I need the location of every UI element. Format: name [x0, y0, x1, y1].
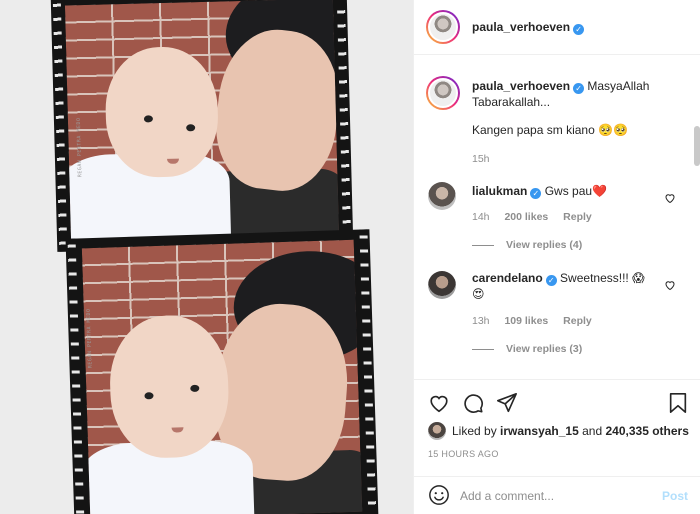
caption-line-2: Kangen papa sm kiano 🥺🥺	[472, 123, 628, 137]
share-icon[interactable]	[496, 392, 518, 414]
comment-2: carendelano ✓ Sweetness!!! 😱 😍	[472, 270, 672, 302]
verified-icon: ✓	[530, 188, 542, 199]
liked-by: Liked by irwansyah_15 and 240,335 others	[452, 424, 689, 438]
caption-username[interactable]: paula_verhoeven	[472, 79, 570, 93]
comment-input[interactable]	[460, 485, 640, 507]
view-replies-button[interactable]: View replies (4)	[472, 239, 582, 251]
post-timestamp[interactable]: 15 HOURS AGO	[428, 449, 499, 459]
add-comment-row: Post	[414, 476, 700, 514]
photo-frame-2	[81, 239, 363, 514]
comment-username[interactable]: carendelano	[472, 271, 543, 285]
verified-icon: ✓	[545, 275, 557, 286]
liker-username[interactable]: irwansyah_15	[500, 424, 579, 438]
verified-icon: ✓	[573, 83, 585, 94]
author-avatar[interactable]	[426, 10, 460, 44]
film-sprocket	[359, 229, 377, 514]
comment-meta: 14h 200 likes Reply	[472, 211, 604, 223]
bookmark-icon[interactable]	[668, 392, 688, 414]
reply-button[interactable]: Reply	[563, 211, 592, 223]
commenter-avatar[interactable]	[428, 271, 456, 299]
film-sprocket	[336, 0, 352, 245]
caption: paula_verhoeven ✓ MasyaAllah Tabarakallah…	[472, 78, 672, 110]
post-panel: paula_verhoeven ✓ paula_verhoeven ✓ MasyaA…	[413, 0, 700, 514]
caption-avatar[interactable]	[426, 76, 460, 110]
verified-icon: ✓	[573, 24, 585, 35]
comment-like-heart-icon[interactable]	[664, 192, 676, 204]
comments-list[interactable]: paula_verhoeven ✓ MasyaAllah Tabarakallah…	[414, 56, 700, 376]
reply-button[interactable]: Reply	[563, 315, 592, 327]
baby-face	[104, 45, 220, 179]
view-replies-button[interactable]: View replies (3)	[472, 343, 582, 355]
comment-text: Sweetness!!! 😱	[560, 271, 645, 285]
post-header: paula_verhoeven ✓	[414, 0, 700, 55]
comment-1: lialukman ✓ Gws pau❤️	[472, 183, 672, 199]
comment-meta: 13h 109 likes Reply	[472, 315, 604, 327]
caption-time: 15h	[472, 153, 490, 165]
comment-text-line-2: 😍	[472, 287, 485, 301]
comment-icon[interactable]	[462, 392, 484, 414]
post-button[interactable]: Post	[662, 489, 688, 503]
commenter-avatar[interactable]	[428, 182, 456, 210]
heart-icon[interactable]	[428, 392, 450, 414]
likes-count[interactable]: 240,335 others	[605, 424, 688, 438]
photo-frame-1	[64, 0, 340, 244]
liker-avatar[interactable]	[428, 422, 446, 440]
photo-strip-top: REGAN PERTRA MEDO	[50, 0, 354, 252]
comments-scrollbar[interactable]	[694, 126, 700, 166]
comment-text: Gws pau❤️	[544, 184, 607, 198]
emoji-icon[interactable]	[428, 484, 450, 506]
comment-likes[interactable]: 109 likes	[504, 315, 548, 327]
photo-strip-bottom: REGAN PERTRA MEDO	[65, 229, 379, 514]
comment-time: 14h	[472, 211, 490, 223]
action-bar: Liked by irwansyah_15 and 240,335 others…	[414, 379, 700, 514]
comment-likes[interactable]: 200 likes	[504, 211, 548, 223]
author-line: paula_verhoeven ✓	[472, 20, 585, 35]
comment-username[interactable]: lialukman	[472, 184, 527, 198]
post-media[interactable]: REGAN PERTRA MEDO REGAN PERTRA MEDO	[0, 0, 413, 514]
comment-time: 13h	[472, 315, 490, 327]
author-username[interactable]: paula_verhoeven	[472, 20, 570, 34]
comment-like-heart-icon[interactable]	[664, 279, 676, 291]
